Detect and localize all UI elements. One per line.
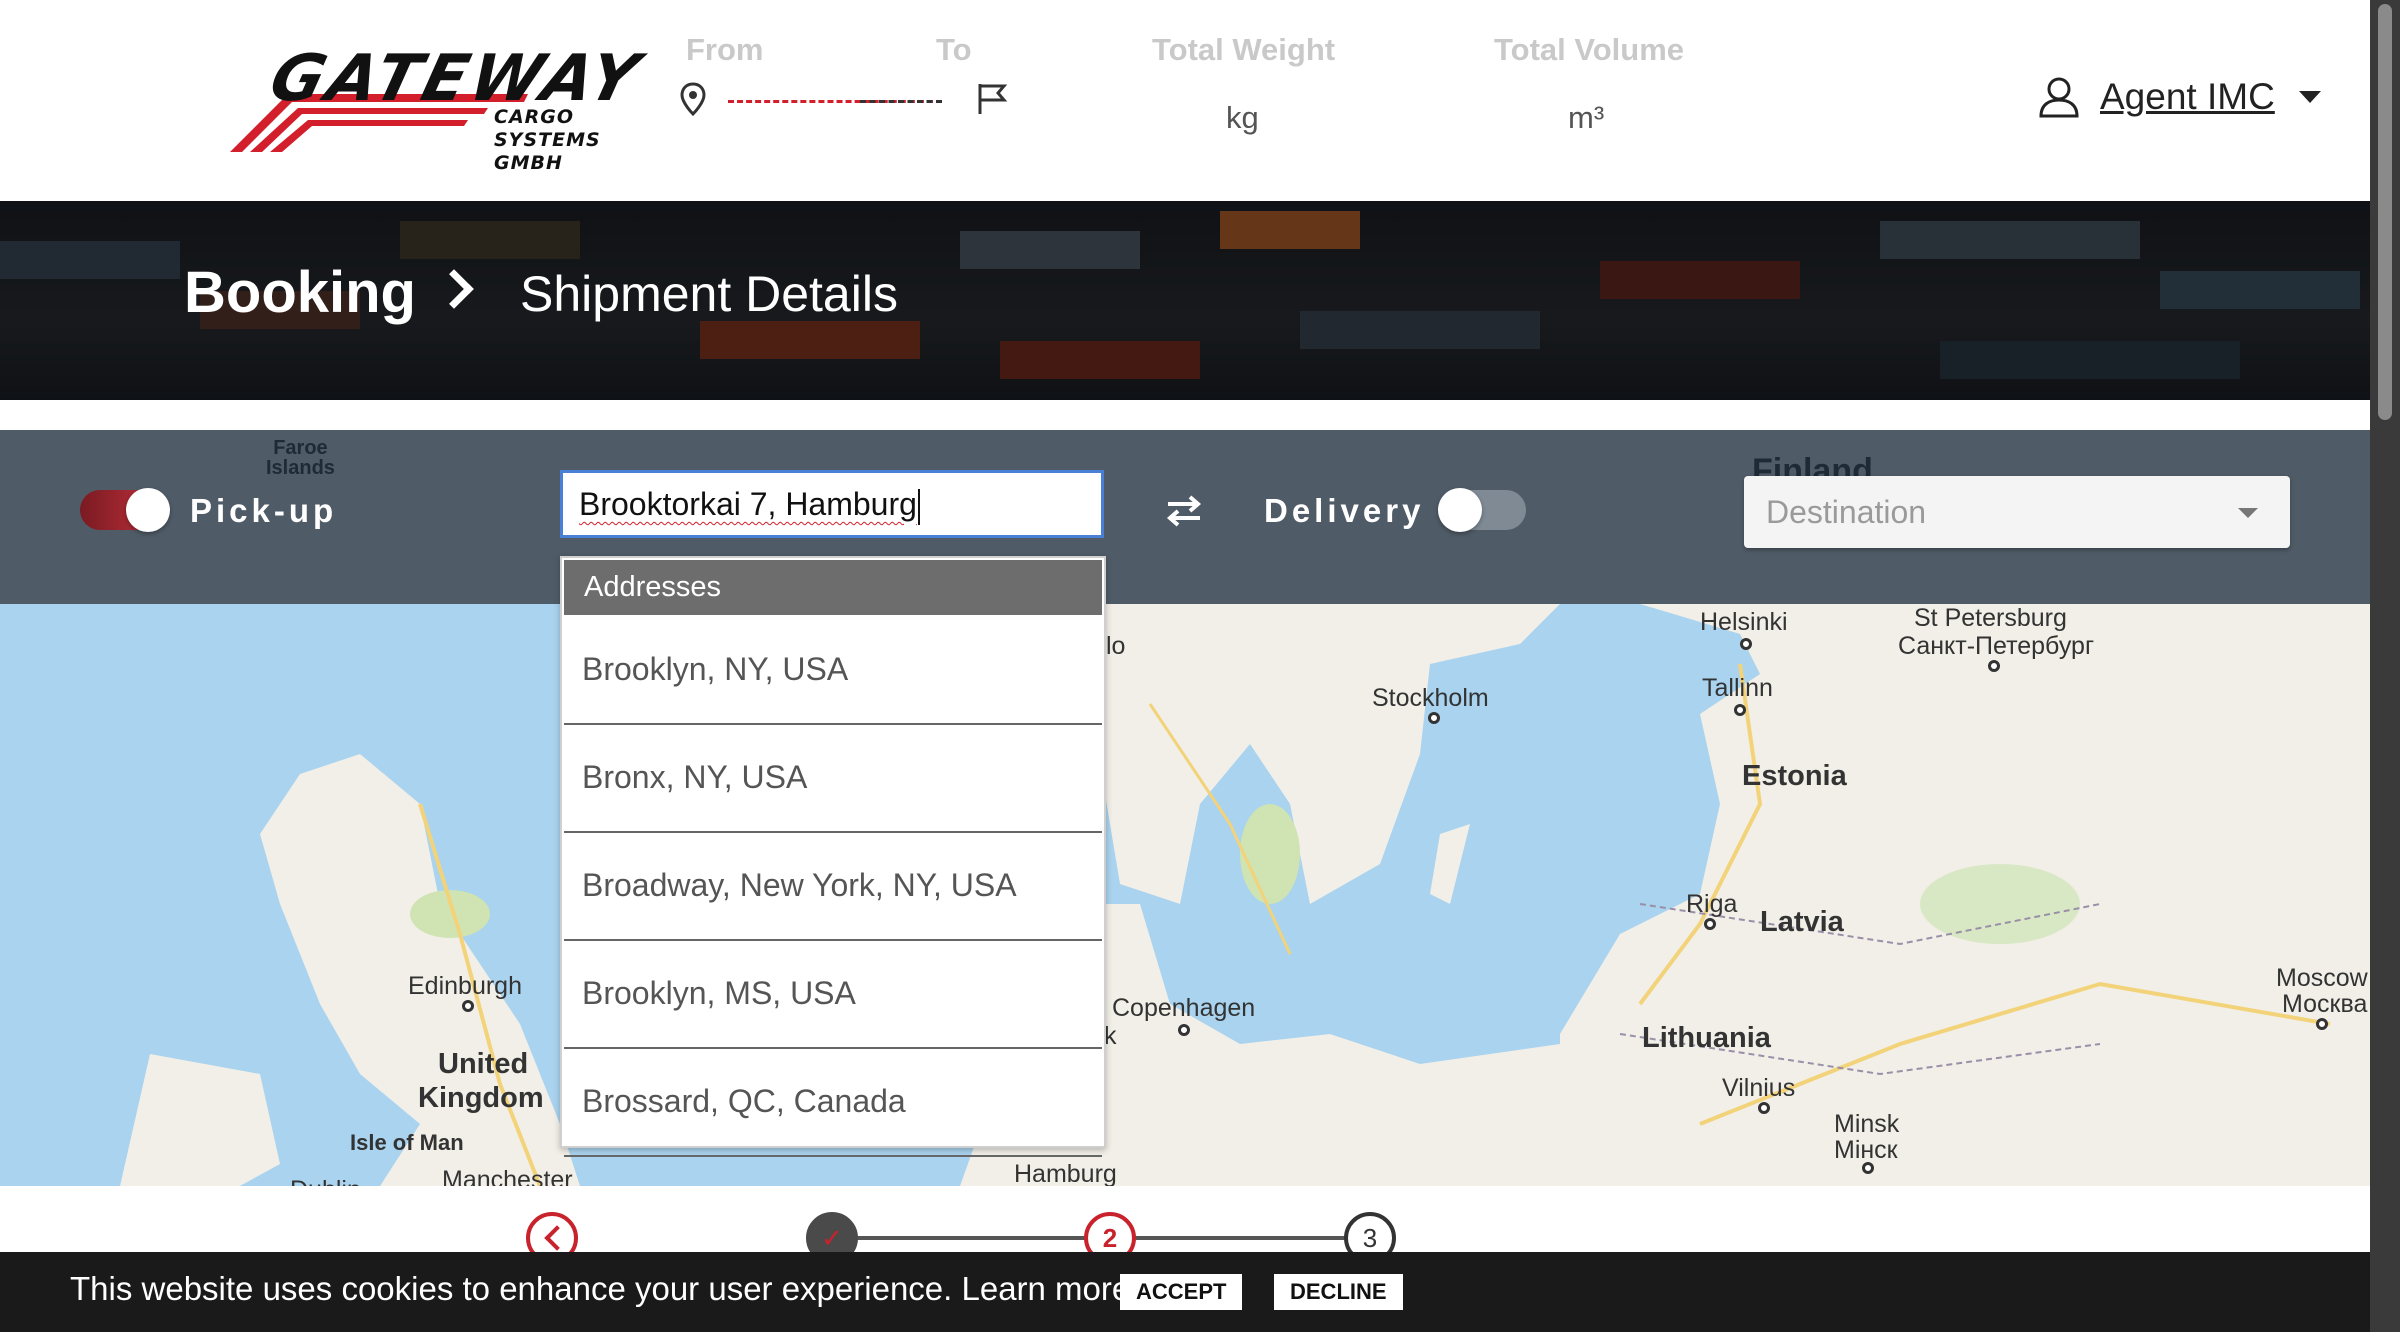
map-city-tallinn: Tallinn	[1702, 674, 1773, 702]
weight-unit: kg	[1226, 100, 1259, 135]
map-country-estonia: Estonia	[1742, 760, 1847, 792]
map-city-dot	[1178, 1024, 1190, 1036]
address-suggestions: Addresses Brooklyn, NY, USA Bronx, NY, U…	[560, 556, 1106, 1157]
map-city-st-petersburg: St Petersburg	[1914, 604, 2067, 632]
flag-icon	[978, 84, 1008, 114]
map-city-minsk-ru: Мінск	[1834, 1136, 1898, 1164]
page-scrollbar[interactable]	[2370, 0, 2400, 1332]
scrollbar-thumb[interactable]	[2378, 4, 2392, 420]
map-city-dot	[1428, 712, 1440, 724]
decline-button[interactable]: DECLINE	[1274, 1274, 1403, 1310]
map-city-edinburgh: Edinburgh	[408, 972, 522, 1000]
cookie-message: This website uses cookies to enhance you…	[70, 1270, 1131, 1307]
map-city-dot	[462, 1000, 474, 1012]
pickup-toggle-knob	[126, 488, 170, 532]
suggestion-item[interactable]: Brossard, QC, Canada	[564, 1049, 1102, 1157]
pickup-label: Pick-up	[190, 492, 338, 529]
logo-sub-line1: CARGO	[494, 106, 575, 128]
map-city-dot	[1704, 918, 1716, 930]
map-country-uk-line2: Kingdom	[418, 1082, 544, 1114]
user-name[interactable]: Agent IMC	[2100, 76, 2275, 118]
chevron-down-icon	[2238, 508, 2258, 518]
suggestion-item[interactable]: Brooklyn, MS, USA	[564, 941, 1102, 1049]
suggestion-item[interactable]: Bronx, NY, USA	[564, 725, 1102, 833]
pickup-address-value: Brooktorkai 7, Hamburg	[579, 486, 917, 522]
suggestion-item[interactable]: Brooklyn, NY, USA	[564, 617, 1102, 725]
delivery-toggle[interactable]	[1438, 488, 1526, 532]
map-city-hamburg: Hamburg	[1014, 1160, 1117, 1186]
swap-arrows-icon[interactable]	[1164, 494, 1204, 528]
volume-unit: m³	[1568, 100, 1605, 135]
chevron-down-icon[interactable]	[2298, 91, 2321, 103]
map-city-vilnius: Vilnius	[1722, 1074, 1796, 1102]
page-title: Shipment Details	[520, 266, 898, 322]
destination-placeholder: Destination	[1766, 494, 1927, 530]
pickup-address-input[interactable]: Brooktorkai 7, Hamburg	[560, 470, 1104, 538]
map-city-riga: Riga	[1686, 890, 1738, 918]
suggestion-item[interactable]: Broadway, New York, NY, USA	[564, 833, 1102, 941]
delivery-label: Delivery	[1264, 492, 1425, 529]
map-city-copenhagen: Copenhagen	[1112, 994, 1256, 1022]
suggestions-header: Addresses	[564, 560, 1102, 615]
logo-word: GATEWAY	[262, 42, 650, 116]
booking-stepper	[0, 1190, 2370, 1250]
map-country-latvia: Latvia	[1760, 906, 1844, 938]
user-icon	[2039, 77, 2079, 118]
map-view[interactable]: Helsinki St Petersburg Санкт-Петербург l…	[0, 604, 2370, 1186]
user-menu[interactable]: Agent IMC	[2038, 76, 2321, 118]
breadcrumb-booking[interactable]: Booking	[184, 259, 416, 326]
map-label-faroe: Faroe Islands	[266, 437, 335, 479]
map-city-moscow-ru: Москва	[2282, 990, 2368, 1018]
route-line-end	[860, 100, 942, 103]
map-city-moscow: Moscow	[2276, 964, 2368, 992]
total-weight-label: Total Weight	[1152, 32, 1336, 67]
hero-banner: Booking Shipment Details	[0, 201, 2370, 400]
accept-button[interactable]: ACCEPT	[1120, 1274, 1243, 1310]
map-isle-of-man: Isle of Man	[350, 1130, 464, 1155]
total-volume-label: Total Volume	[1494, 32, 1685, 67]
map-land	[120, 604, 2370, 1186]
map-country-lithuania: Lithuania	[1642, 1022, 1771, 1054]
map-city-helsinki: Helsinki	[1700, 608, 1788, 636]
location-pin-icon	[680, 82, 706, 116]
cookie-banner: This website uses cookies to enhance you…	[0, 1252, 2370, 1332]
map-city-dot	[2316, 1018, 2328, 1030]
map-city-stockholm: Stockholm	[1372, 684, 1489, 712]
map-city-dot	[1740, 638, 1752, 650]
map-city-manchester: Manchester	[442, 1166, 573, 1186]
company-logo[interactable]: GATEWAY CARGO SYSTEMS GMBH	[228, 42, 666, 174]
map-city-dot	[1862, 1162, 1874, 1174]
map-city-st-petersburg-ru: Санкт-Петербург	[1898, 632, 2095, 660]
map-city-dublin: Dublin	[290, 1176, 361, 1186]
destination-select[interactable]: Destination	[1744, 476, 2290, 548]
top-header: GATEWAY CARGO SYSTEMS GMBH From To Total…	[0, 0, 2370, 200]
logo-subtitle: CARGO SYSTEMS GMBH	[494, 106, 666, 175]
to-label: To	[936, 32, 972, 67]
map-city-oslo: lo	[1106, 632, 1126, 660]
map-country-uk-line1: United	[438, 1048, 529, 1080]
from-label: From	[686, 32, 764, 67]
map-city-dot	[1758, 1102, 1770, 1114]
pickup-toggle[interactable]	[80, 488, 170, 532]
map-city-dot	[1734, 704, 1746, 716]
map-city-minsk: Minsk	[1834, 1110, 1900, 1138]
delivery-toggle-knob	[1438, 488, 1482, 532]
text-cursor	[917, 488, 920, 525]
logo-sub-line2: SYSTEMS GMBH	[494, 129, 601, 174]
map-city-dot	[1988, 660, 2000, 672]
